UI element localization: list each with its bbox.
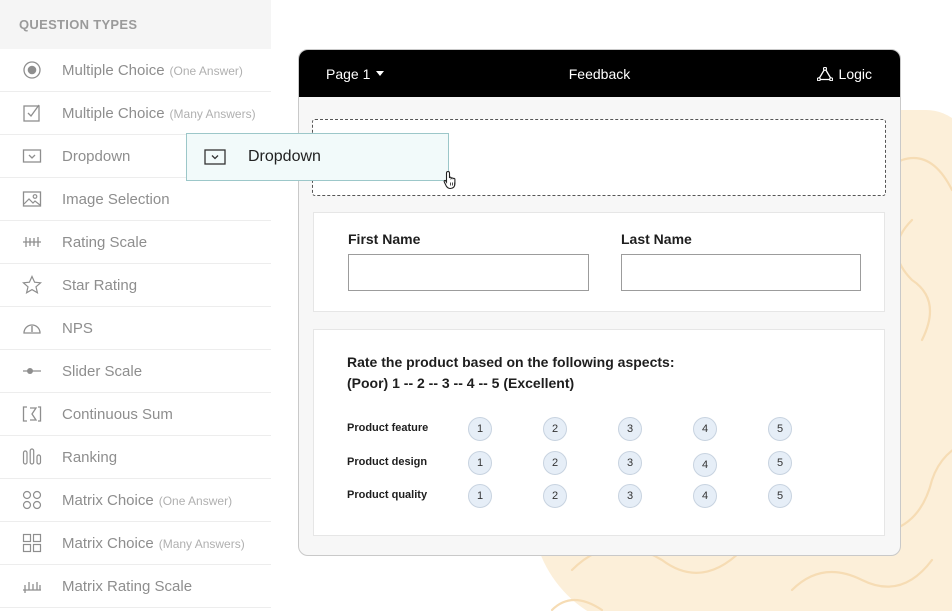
rating-option[interactable]: 2 <box>543 417 567 441</box>
rating-option[interactable]: 1 <box>468 484 492 508</box>
rating-option[interactable]: 4 <box>693 453 717 477</box>
rating-option[interactable]: 3 <box>618 451 642 475</box>
sidebar-item-label: Rating Scale <box>62 233 148 251</box>
sidebar-item-nps[interactable]: NPS <box>0 307 271 350</box>
gauge-icon <box>21 317 43 339</box>
rating-option[interactable]: 5 <box>768 451 792 475</box>
sidebar-item-star-rating[interactable]: Star Rating <box>0 264 271 307</box>
sidebar-item-label: Image Selection <box>62 190 170 208</box>
sidebar-item-label: Matrix Choice <box>62 534 154 552</box>
ranking-icon <box>21 446 43 468</box>
image-icon <box>21 188 43 210</box>
radio-icon <box>21 59 43 81</box>
sidebar-item-label: Matrix Choice <box>62 491 154 509</box>
logic-label: Logic <box>838 65 872 82</box>
rating-row-label: Product feature <box>347 422 429 434</box>
sidebar-item-label: Multiple Choice <box>62 61 165 79</box>
sidebar-item-label: Multiple Choice <box>62 104 165 122</box>
sidebar-item-sublabel: (One Answer) <box>158 493 233 508</box>
rating-option[interactable]: 2 <box>543 451 567 475</box>
first-name-input[interactable] <box>348 254 589 291</box>
rating-option[interactable]: 2 <box>543 484 567 508</box>
rating-scale-icon <box>21 231 43 253</box>
checkbox-icon <box>21 102 43 124</box>
rating-option[interactable]: 5 <box>768 417 792 441</box>
sidebar-item-ranking[interactable]: Ranking <box>0 436 271 479</box>
rating-question-text: Rate the product based on the following … <box>347 354 675 370</box>
name-question-card[interactable]: First Name Last Name <box>313 212 885 312</box>
sidebar-item-multiple-choice-one[interactable]: Multiple Choice (One Answer) <box>0 49 271 92</box>
sidebar-item-label: Ranking <box>62 448 118 466</box>
rating-option[interactable]: 4 <box>693 417 717 441</box>
rating-option[interactable]: 5 <box>768 484 792 508</box>
first-name-label: First Name <box>348 231 421 247</box>
sum-icon <box>21 403 43 425</box>
dropdown-icon <box>21 145 43 167</box>
builder-header: Page 1 Feedback Logic <box>299 50 900 97</box>
dragged-question-dropdown[interactable]: Dropdown <box>186 133 449 181</box>
form-builder: Page 1 Feedback Logic First Name Last Na… <box>298 49 901 556</box>
rating-row-label: Product quality <box>347 489 428 501</box>
sidebar-item-label: Dropdown <box>62 147 131 165</box>
matrix-radio-icon <box>21 489 43 511</box>
star-icon <box>21 274 43 296</box>
sidebar-item-slider-scale[interactable]: Slider Scale <box>0 350 271 393</box>
rating-question-card[interactable]: Rate the product based on the following … <box>313 329 885 536</box>
sidebar-item-matrix-rating-scale[interactable]: Matrix Rating Scale <box>0 565 271 608</box>
sidebar-item-label: Slider Scale <box>62 362 143 380</box>
slider-icon <box>21 360 43 382</box>
rating-row-label: Product design <box>347 456 428 468</box>
rating-option[interactable]: 1 <box>468 417 492 441</box>
sidebar-item-matrix-choice-one[interactable]: Matrix Choice (One Answer) <box>0 479 271 522</box>
logic-button[interactable]: Logic <box>816 65 872 82</box>
sidebar-item-sublabel: (Many Answers) <box>169 106 256 121</box>
dropdown-icon <box>204 148 226 166</box>
form-title: Feedback <box>568 65 631 82</box>
logic-icon <box>816 66 833 81</box>
rating-option[interactable]: 3 <box>618 484 642 508</box>
matrix-rating-icon <box>21 575 43 597</box>
last-name-label: Last Name <box>621 231 692 247</box>
rating-row: Product design 1 2 3 4 5 <box>347 451 847 477</box>
dragged-question-label: Dropdown <box>248 148 321 165</box>
question-types-sidebar: QUESTION TYPES Multiple Choice (One Answe… <box>0 0 271 611</box>
hand-cursor-icon <box>443 170 456 190</box>
sidebar-item-label: Continuous Sum <box>62 405 173 423</box>
rating-scale-legend: (Poor) 1 -- 2 -- 3 -- 4 -- 5 (Excellent) <box>347 375 575 391</box>
sidebar-item-sublabel: (Many Answers) <box>158 536 245 551</box>
sidebar-item-matrix-choice-many[interactable]: Matrix Choice (Many Answers) <box>0 522 271 565</box>
sidebar-header: QUESTION TYPES <box>0 0 271 49</box>
rating-option[interactable]: 4 <box>693 484 717 508</box>
rating-option[interactable]: 3 <box>618 417 642 441</box>
sidebar-item-label: Matrix Rating Scale <box>62 577 193 595</box>
sidebar-item-image-selection[interactable]: Image Selection <box>0 178 271 221</box>
sidebar-item-rating-scale[interactable]: Rating Scale <box>0 221 271 264</box>
rating-option[interactable]: 1 <box>468 451 492 475</box>
rating-row: Product quality 1 2 3 4 5 <box>347 484 847 508</box>
rating-row: Product feature 1 2 3 4 5 <box>347 417 847 441</box>
last-name-input[interactable] <box>621 254 861 291</box>
matrix-checkbox-icon <box>21 532 43 554</box>
sidebar-item-label: NPS <box>62 319 93 337</box>
sidebar-item-multiple-choice-many[interactable]: Multiple Choice (Many Answers) <box>0 92 271 135</box>
sidebar-item-continuous-sum[interactable]: Continuous Sum <box>0 393 271 436</box>
sidebar-item-sublabel: (One Answer) <box>169 63 243 78</box>
sidebar-item-label: Star Rating <box>62 276 138 294</box>
